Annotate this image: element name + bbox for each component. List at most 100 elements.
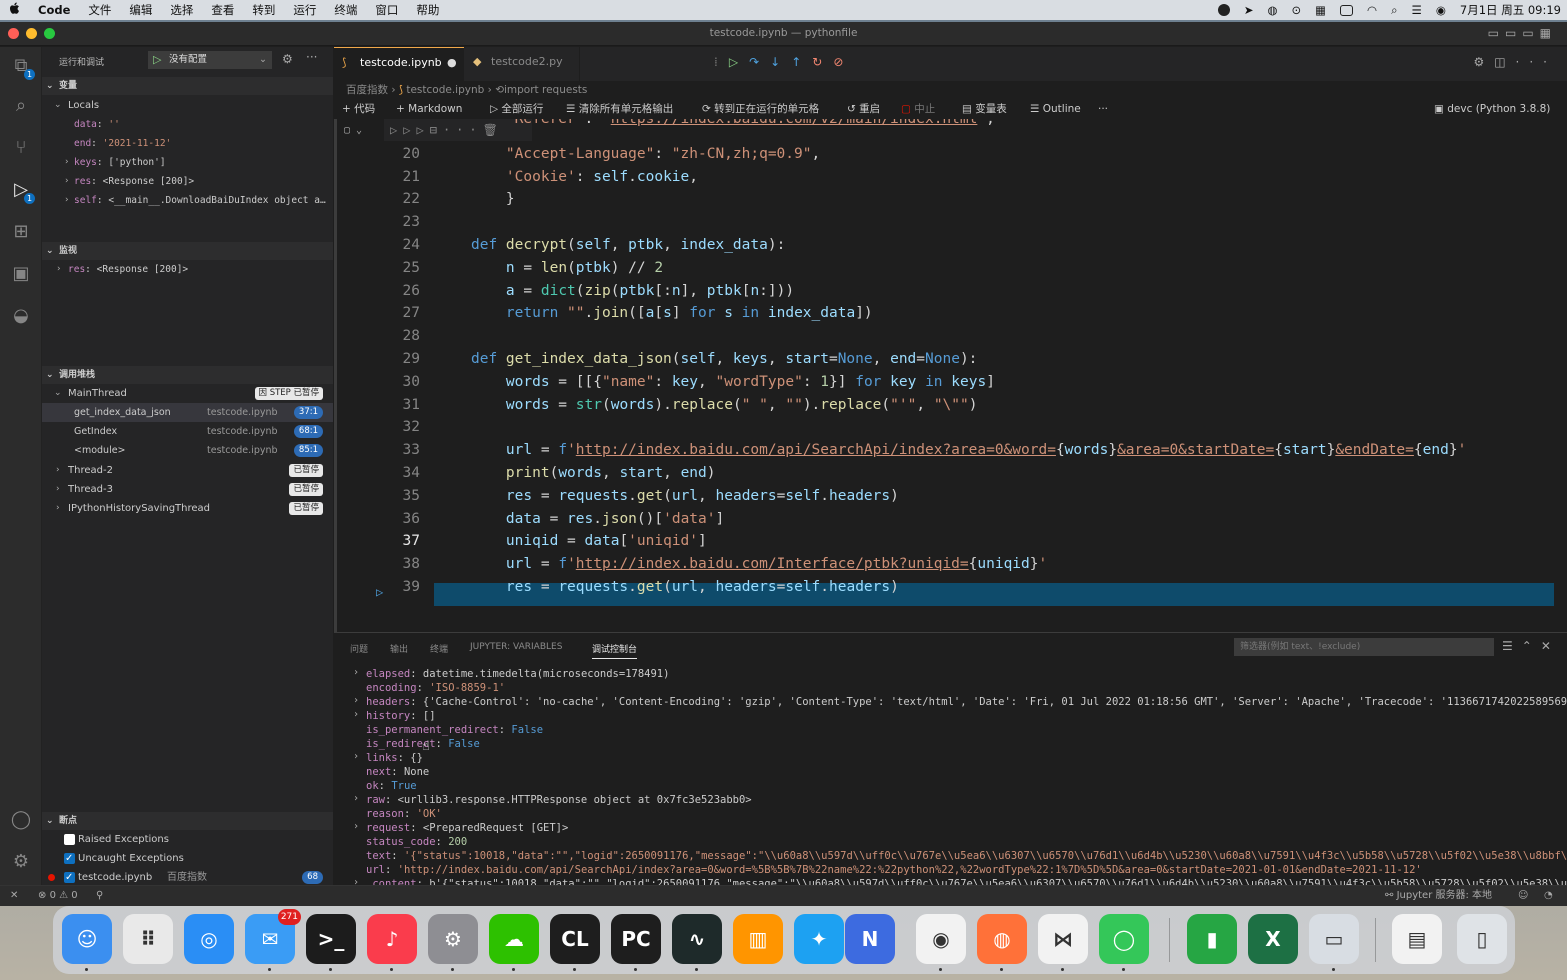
thread-row[interactable]: › Thread-2 已暂停 (42, 461, 333, 480)
pycharm-icon[interactable]: PC (611, 914, 661, 964)
code-line[interactable]: } (471, 191, 515, 207)
console-line[interactable]: status_code: 200 (366, 835, 467, 849)
tab-output[interactable]: 输出 (390, 642, 408, 655)
mainthread-row[interactable]: ⌄ MainThread 因 STEP 已暂停 (42, 384, 333, 403)
code-line[interactable]: res = requests.get(url, headers=self.hea… (471, 579, 899, 595)
trash-icon[interactable]: ▯ (1457, 914, 1507, 964)
docker-icon[interactable]: ◒ (8, 303, 34, 329)
disconnect-icon[interactable]: ⊘ (833, 55, 854, 69)
code-line[interactable]: "Referer": "https://index.baidu.com/v2/m… (471, 119, 995, 127)
console-line[interactable]: ok: True (366, 779, 417, 793)
console-line[interactable]: raw: <urllib3.response.HTTPResponse obje… (366, 793, 752, 807)
watch-item[interactable]: › res: <Response [200]> (42, 260, 333, 279)
code-line[interactable]: return "".join([a[s] for s in index_data… (471, 305, 873, 321)
settings-gear-icon[interactable]: ⚙ (8, 849, 34, 875)
wechat-status-icon[interactable]: ◍ (1267, 3, 1277, 17)
stack-frame-row[interactable]: <module> testcode.ipynb 85:1 (42, 441, 333, 460)
battery-icon[interactable] (1340, 4, 1354, 16)
vscode-icon[interactable]: ⋈ (1038, 914, 1088, 964)
code-line[interactable]: "Accept-Language": "zh-CN,zh;q=0.9", (471, 146, 820, 162)
thread-row[interactable]: › Thread-3 已暂停 (42, 480, 333, 499)
console-line[interactable]: history: [] (366, 709, 436, 723)
code-line[interactable]: res = requests.get(url, headers=self.hea… (471, 488, 899, 504)
clear-outputs-button[interactable]: ☰ 清除所有单元格输出 (566, 99, 673, 119)
tab-terminal[interactable]: 终端 (430, 642, 448, 655)
locals-scope[interactable]: ⌄ Locals (42, 96, 333, 115)
console-line[interactable]: url: 'http://index.baidu.com/api/SearchA… (366, 863, 1422, 877)
app-menu[interactable]: Code (29, 3, 79, 17)
chevron-right-icon[interactable]: › (353, 793, 359, 804)
breakpoint-row[interactable]: Raised Exceptions (42, 830, 333, 849)
record-icon[interactable] (1217, 4, 1230, 16)
books-icon[interactable]: ▥ (733, 914, 783, 964)
menu-edit[interactable]: 编辑 (120, 2, 161, 18)
local-variable-row[interactable]: end: '2021-11-12' (42, 134, 333, 153)
account-icon[interactable]: ◯ (8, 807, 34, 833)
messages-icon[interactable]: ◯ (1099, 914, 1149, 964)
downloads-icon[interactable]: ▤ (1392, 914, 1442, 964)
drag-handle-icon[interactable]: ⁞ (714, 55, 729, 69)
explorer-icon[interactable]: ⧉ 1 (8, 53, 35, 80)
add-code-cell-button[interactable]: + 代码 (342, 99, 375, 119)
safari-icon[interactable]: ◎ (184, 914, 234, 964)
step-out-icon[interactable]: ↑ (791, 55, 812, 69)
code-line[interactable]: uniqid = data['uniqid'] (471, 533, 707, 549)
firefox-icon[interactable]: ◍ (977, 914, 1027, 964)
console-line[interactable]: reason: 'OK' (366, 807, 442, 821)
code-line[interactable]: print(words, start, end) (471, 465, 716, 481)
menu-go[interactable]: 转到 (243, 2, 284, 18)
chevron-right-icon[interactable]: › (353, 709, 359, 720)
console-filter-input[interactable]: 筛选器(例如 text、!exclude) (1234, 638, 1494, 656)
variables-button[interactable]: ▤ 变量表 (962, 99, 1007, 119)
callstack-section-header[interactable]: ⌄ 调用堆栈 (42, 366, 333, 384)
open-launch-json-icon[interactable]: ⚙ (282, 52, 293, 66)
breakpoint-checkbox[interactable] (64, 834, 75, 845)
breakpoint-row[interactable]: Uncaught Exceptions (42, 849, 333, 868)
run-all-button[interactable]: ▷ 全部运行 (490, 99, 543, 119)
breadcrumb-file[interactable]: testcode.ipynb (406, 84, 484, 96)
extensions-icon[interactable]: ⊞ (8, 219, 34, 245)
split-editor-icon[interactable]: ◫ (1494, 55, 1515, 69)
tab-problems[interactable]: 问题 (350, 642, 368, 655)
search-view-icon[interactable]: ⌕ (8, 93, 34, 119)
console-line[interactable]: is_permanent_redirect: False (366, 723, 543, 737)
modified-dot-icon[interactable]: ● (447, 48, 457, 78)
chevron-right-icon[interactable]: › (353, 751, 359, 762)
code-line[interactable]: words = [[{"name": key, "wordType": 1}] … (471, 374, 995, 390)
continue-icon[interactable]: ▷ (729, 55, 749, 69)
run-below-icon[interactable]: ▷ (416, 123, 429, 137)
remote-explorer-icon[interactable]: ▣ (8, 261, 34, 287)
more-actions-icon[interactable]: ··· (1516, 55, 1557, 69)
tab-testcode2-py[interactable]: ◆ testcode2.py (465, 47, 580, 81)
code-line[interactable]: url = f'http://index.baidu.com/api/Searc… (471, 442, 1466, 458)
finder-icon[interactable]: ☺ (62, 914, 112, 964)
activity-monitor-icon[interactable]: ∿ (672, 914, 722, 964)
menu-window[interactable]: 窗口 (366, 2, 407, 18)
terminal-icon[interactable]: >_ (306, 914, 356, 964)
local-variable-row[interactable]: › keys: ['python'] (42, 153, 333, 172)
problems-indicator[interactable]: ⊗ 0 ⚠ 0 (38, 886, 78, 906)
twitter-icon[interactable]: ✦ (794, 914, 844, 964)
siri-icon[interactable]: ◉ (1436, 3, 1446, 17)
run-debug-icon[interactable]: ▷ 1 (8, 177, 35, 204)
launchpad-icon[interactable]: ⠿ (123, 914, 173, 964)
split-cell-icon[interactable]: ⊟ (430, 123, 443, 137)
watch-section-header[interactable]: ⌄ 监视 (42, 242, 333, 260)
console-line[interactable]: encoding: 'ISO-8859-1' (366, 681, 505, 695)
chevron-right-icon[interactable]: › (353, 821, 359, 832)
layout-toggles-icon[interactable]: ▭▭▭▦ (1488, 26, 1557, 40)
goto-running-cell-button[interactable]: ⟳ 转到正在运行的单元格 (702, 99, 819, 119)
menu-terminal[interactable]: 终端 (325, 2, 366, 18)
close-panel-icon[interactable]: ✕ (1541, 639, 1560, 653)
code-line[interactable]: 'Cookie': self.cookie, (471, 169, 698, 185)
code-line[interactable]: def decrypt(self, ptbk, index_data): (471, 237, 785, 253)
toolbar-more-button[interactable]: ··· (1098, 99, 1108, 119)
local-variable-row[interactable]: data: '' (42, 115, 333, 134)
breakpoint-row[interactable]: testcode.ipynb 百度指数 68 (42, 868, 333, 885)
variables-section-header[interactable]: ⌄ 变量 (42, 77, 333, 95)
more-actions-icon[interactable]: ··· (306, 50, 317, 64)
restart-kernel-button[interactable]: ↺ 重启 (847, 99, 880, 119)
mail-icon[interactable]: ✉ 271 (245, 909, 301, 964)
preview-icon[interactable]: ▭ (1309, 914, 1359, 964)
code-line[interactable]: url = f'http://index.baidu.com/Interface… (471, 556, 1047, 572)
